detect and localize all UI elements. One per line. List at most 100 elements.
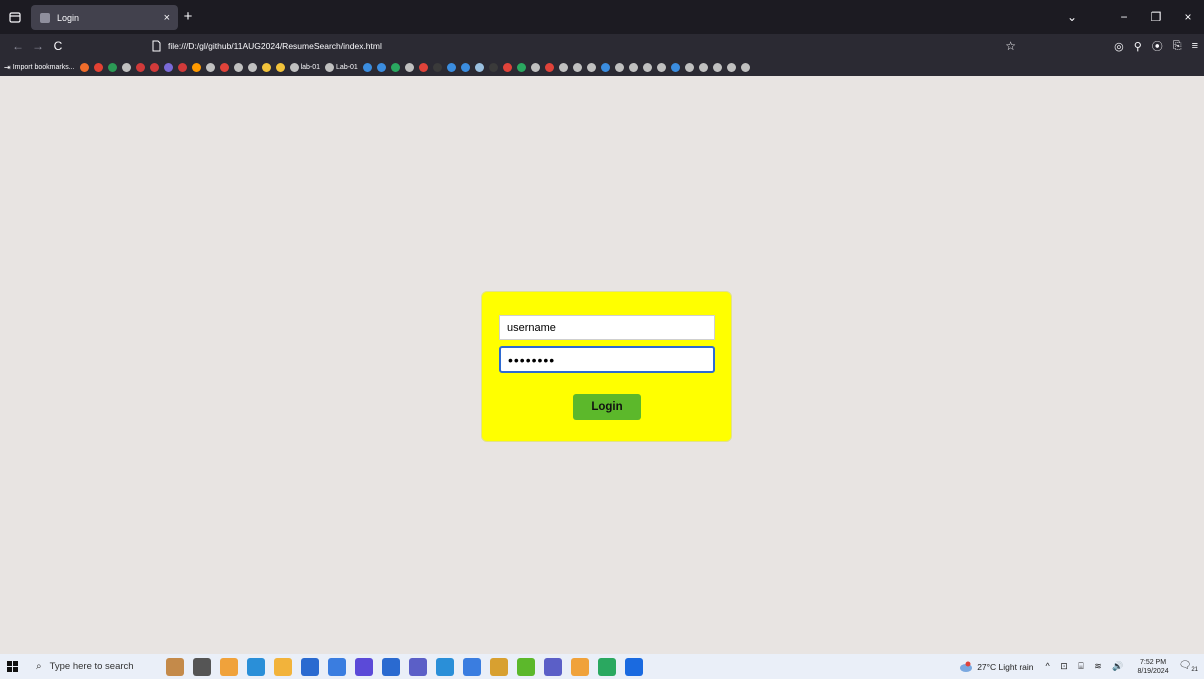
bookmark-item[interactable] — [698, 60, 708, 74]
close-window-button[interactable]: × — [1172, 10, 1204, 24]
bookmark-item[interactable] — [558, 60, 568, 74]
taskbar-app-icon[interactable] — [274, 657, 292, 676]
bookmark-item[interactable] — [740, 60, 750, 74]
system-icons[interactable]: ^ ⊡ ⌸ ≋ 🔊 — [1046, 661, 1128, 672]
bookmark-item[interactable] — [712, 60, 722, 74]
restore-button[interactable]: ❐ — [1140, 10, 1172, 24]
bookmark-item[interactable] — [614, 60, 624, 74]
tab-close-button[interactable]: × — [164, 12, 170, 24]
url-bar[interactable]: file:///D:/gl/github/11AUG2024/ResumeSea… — [150, 36, 1020, 56]
bookmark-item[interactable] — [149, 60, 159, 74]
taskbar-app-icon[interactable] — [328, 657, 346, 676]
extension-wrench-icon[interactable]: ⚲ — [1134, 40, 1142, 53]
bookmark-item[interactable] — [163, 60, 173, 74]
bookmark-item[interactable] — [474, 60, 484, 74]
system-tray: 27°C Light rain ^ ⊡ ⌸ ≋ 🔊 7:52 PM 8/19/2… — [959, 654, 1198, 679]
list-all-tabs-button[interactable]: ⌄ — [1056, 10, 1088, 24]
bookmark-favicon-icon — [404, 62, 414, 72]
taskbar-search[interactable]: ⌕ Type here to search — [24, 654, 156, 679]
taskbar-app-icon[interactable] — [193, 657, 211, 676]
notifications-icon[interactable]: 🗨21 — [1179, 660, 1198, 673]
bookmark-item[interactable] — [390, 60, 400, 74]
bookmark-item[interactable] — [656, 60, 666, 74]
weather-widget[interactable]: 27°C Light rain — [959, 661, 1034, 673]
taskbar-app-icon[interactable] — [571, 657, 589, 676]
login-button[interactable]: Login — [573, 394, 641, 420]
taskbar-app-icon[interactable] — [625, 657, 643, 676]
bookmark-item[interactable]: Lab-01 — [325, 60, 358, 74]
password-input[interactable] — [499, 346, 715, 373]
firefox-view-icon — [9, 12, 21, 23]
bookmark-item[interactable] — [446, 60, 456, 74]
back-button[interactable]: ← — [8, 39, 28, 53]
bookmark-favicon-icon — [107, 62, 117, 72]
bookmark-item[interactable]: lab-01 — [289, 60, 320, 74]
bookmark-favicon-icon — [219, 62, 229, 72]
bookmark-item[interactable] — [233, 60, 243, 74]
taskbar-app-icon[interactable] — [382, 657, 400, 676]
bookmark-item[interactable] — [516, 60, 526, 74]
bookmark-item[interactable] — [219, 60, 229, 74]
bookmark-item[interactable] — [726, 60, 736, 74]
menu-icon[interactable]: ≡ — [1192, 40, 1198, 52]
bookmark-item[interactable] — [121, 60, 131, 74]
taskbar-app-icon[interactable] — [166, 657, 184, 676]
weather-text: 27°C Light rain — [977, 661, 1034, 672]
bookmark-item[interactable] — [684, 60, 694, 74]
bookmark-item[interactable] — [432, 60, 442, 74]
bookmark-item[interactable] — [79, 60, 89, 74]
username-input[interactable] — [499, 315, 715, 340]
bookmark-item[interactable] — [628, 60, 638, 74]
bookmark-item[interactable] — [107, 60, 117, 74]
forward-button[interactable]: → — [28, 39, 48, 53]
firefox-view-button[interactable] — [0, 0, 30, 34]
account-icon[interactable]: ⦿ — [1152, 38, 1163, 54]
bookmark-item[interactable] — [191, 60, 201, 74]
taskbar-app-icon[interactable] — [220, 657, 238, 676]
tab-login[interactable]: Login × — [31, 5, 178, 30]
bookmark-item[interactable] — [362, 60, 372, 74]
bookmark-item[interactable] — [586, 60, 596, 74]
bookmark-item[interactable] — [404, 60, 414, 74]
taskbar-app-icon[interactable] — [301, 657, 319, 676]
clock[interactable]: 7:52 PM 8/19/2024 — [1137, 658, 1168, 676]
import-bookmarks-button[interactable]: ⇥ Import bookmarks... — [4, 60, 75, 74]
bookmark-item[interactable] — [572, 60, 582, 74]
taskbar-app-icon[interactable] — [463, 657, 481, 676]
bookmark-item[interactable] — [418, 60, 428, 74]
pocket-icon[interactable]: ◎ — [1114, 40, 1124, 53]
bookmark-item[interactable] — [177, 60, 187, 74]
bookmark-item[interactable] — [275, 60, 285, 74]
minimize-button[interactable]: − — [1108, 10, 1140, 24]
bookmark-item[interactable] — [488, 60, 498, 74]
taskbar-app-icon[interactable] — [544, 657, 562, 676]
taskbar-app-icon[interactable] — [355, 657, 373, 676]
bookmark-item[interactable] — [247, 60, 257, 74]
import-icon: ⇥ — [4, 62, 11, 72]
bookmark-item[interactable] — [135, 60, 145, 74]
url-text[interactable]: file:///D:/gl/github/11AUG2024/ResumeSea… — [168, 41, 1005, 51]
taskbar-app-icon[interactable] — [247, 657, 265, 676]
taskbar-app-icon[interactable] — [490, 657, 508, 676]
bookmark-favicon-icon — [712, 62, 722, 72]
bookmark-item[interactable] — [600, 60, 610, 74]
taskbar-app-icon[interactable] — [598, 657, 616, 676]
bookmark-item[interactable] — [670, 60, 680, 74]
bookmark-item[interactable] — [376, 60, 386, 74]
bookmark-item[interactable] — [642, 60, 652, 74]
bookmark-item[interactable] — [261, 60, 271, 74]
bookmark-item[interactable] — [544, 60, 554, 74]
start-button[interactable] — [0, 654, 24, 679]
bookmark-item[interactable] — [530, 60, 540, 74]
taskbar-app-icon[interactable] — [409, 657, 427, 676]
reload-button[interactable]: C — [48, 39, 68, 53]
new-tab-button[interactable]: + — [180, 8, 196, 25]
share-icon[interactable]: ⎘ — [1173, 40, 1182, 53]
bookmark-item[interactable] — [460, 60, 470, 74]
bookmark-star-icon[interactable]: ☆ — [1005, 39, 1016, 53]
bookmark-item[interactable] — [502, 60, 512, 74]
taskbar-app-icon[interactable] — [517, 657, 535, 676]
taskbar-app-icon[interactable] — [436, 657, 454, 676]
bookmark-item[interactable] — [205, 60, 215, 74]
bookmark-item[interactable] — [93, 60, 103, 74]
